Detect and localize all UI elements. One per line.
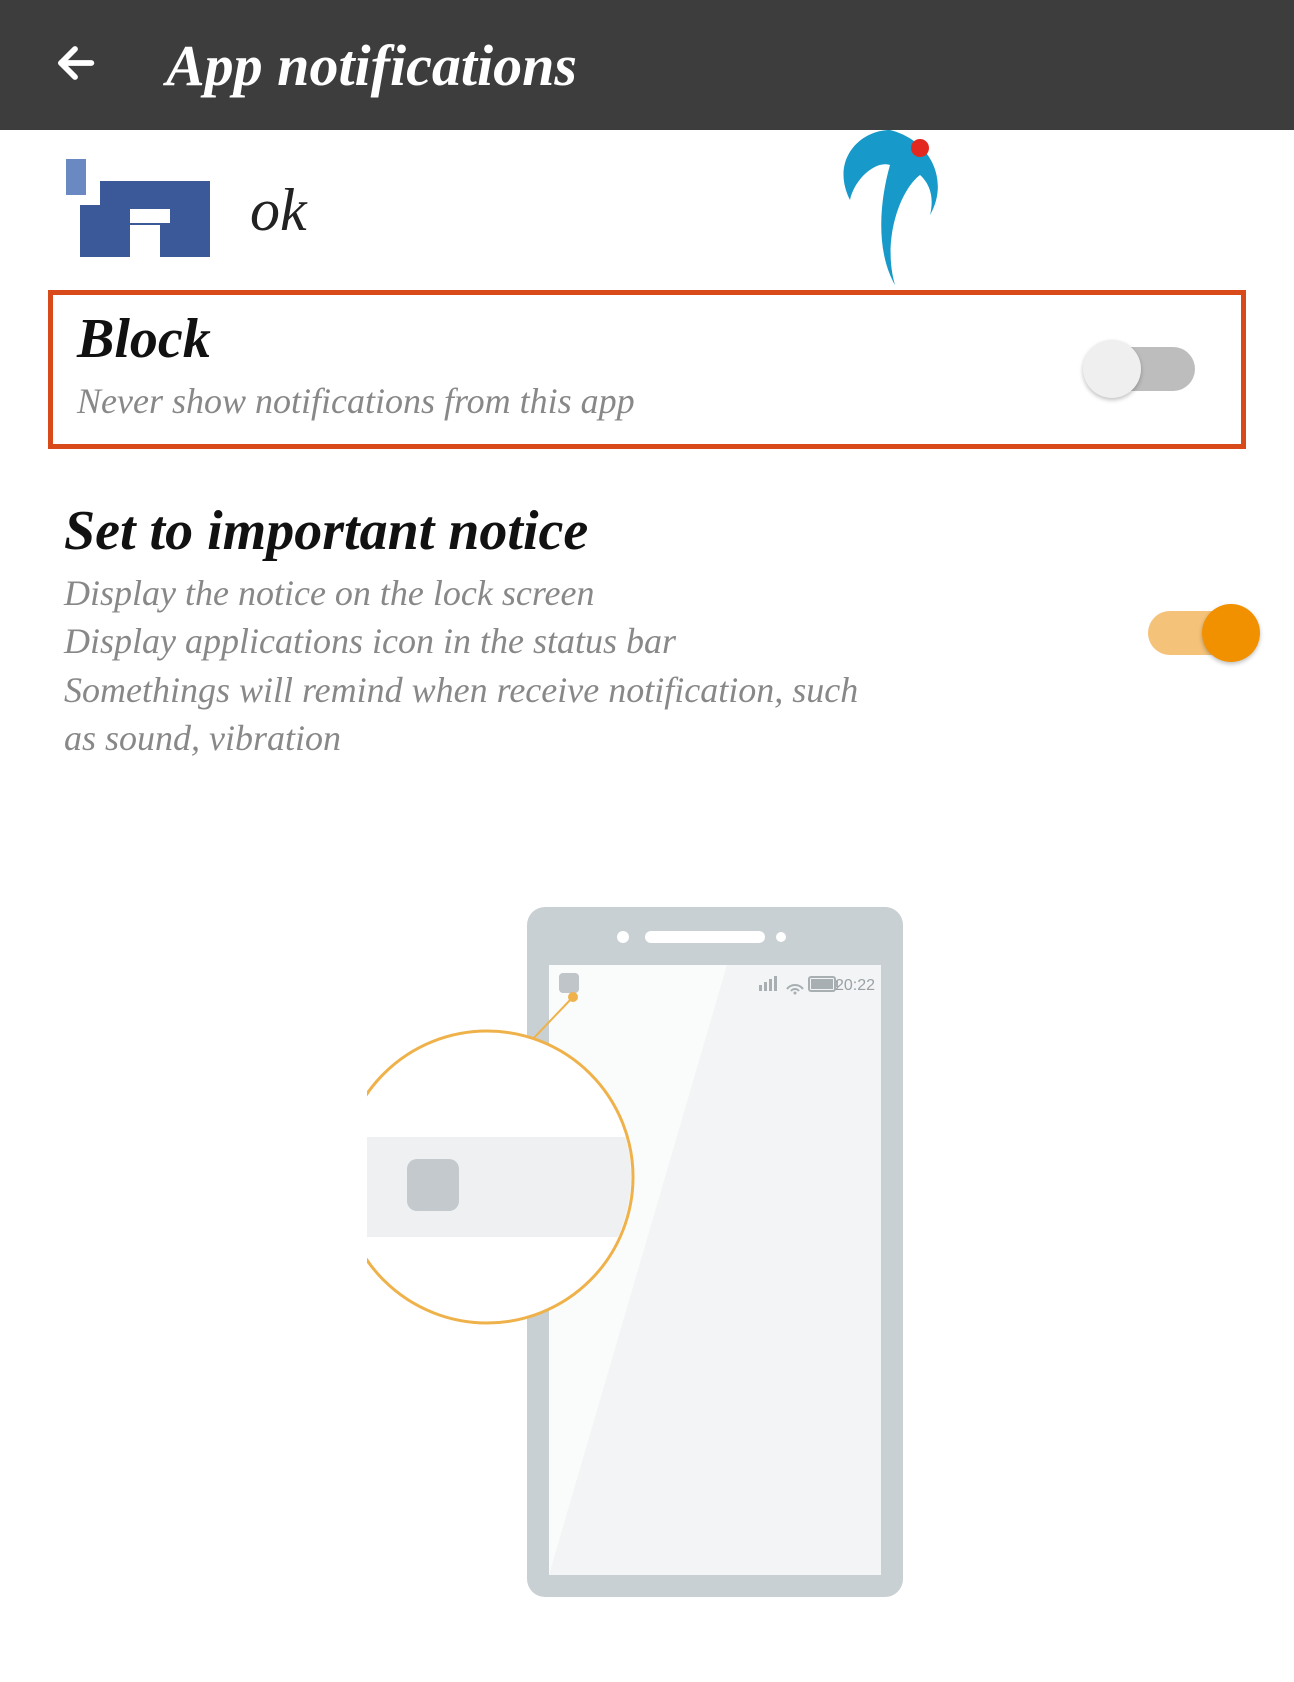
app-name-label: ok xyxy=(250,176,307,245)
setting-important-title: Set to important notice xyxy=(64,499,1254,563)
back-arrow-icon[interactable] xyxy=(40,35,96,96)
app-header-row: ok xyxy=(0,130,1294,290)
setting-block[interactable]: Block Never show notifications from this… xyxy=(48,290,1246,449)
app-icon xyxy=(60,155,220,265)
setting-important-toggle[interactable] xyxy=(1138,608,1258,658)
illustration-clock: 20:22 xyxy=(835,977,875,994)
watermark-icon xyxy=(820,120,960,295)
header: App notifications xyxy=(0,0,1294,130)
notification-illustration: 20:22 xyxy=(0,897,1294,1597)
setting-important[interactable]: Set to important notice Display the noti… xyxy=(0,479,1294,787)
setting-block-title: Block xyxy=(77,307,1217,371)
setting-block-description: Never show notifications from this app xyxy=(77,377,907,426)
page-title: App notifications xyxy=(166,32,577,99)
setting-important-description: Display the notice on the lock screenDis… xyxy=(64,569,894,763)
setting-block-toggle[interactable] xyxy=(1085,344,1205,394)
